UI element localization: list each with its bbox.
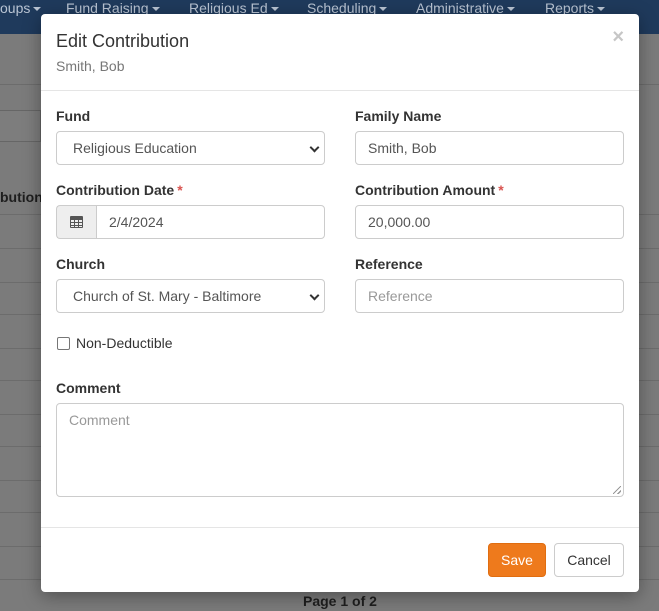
background-column-header: bution [0, 189, 43, 205]
dialog-header: Edit Contribution Smith, Bob × [41, 14, 639, 91]
non-deductible-label[interactable]: Non-Deductible [76, 335, 173, 351]
required-mark: * [177, 182, 183, 198]
comment-label: Comment [56, 380, 121, 396]
contribution-date-label-text: Contribution Date [56, 182, 175, 198]
resize-handle-icon[interactable] [613, 486, 621, 494]
caret-down-icon [597, 7, 606, 12]
required-mark: * [498, 182, 504, 198]
church-selected-value: Church of St. Mary - Baltimore [73, 288, 262, 304]
contribution-amount-label-text: Contribution Amount [355, 182, 496, 198]
close-icon[interactable]: × [612, 27, 624, 47]
contribution-date-label: Contribution Date * [56, 182, 183, 198]
calendar-icon [70, 216, 83, 228]
contribution-date-field[interactable]: 2/4/2024 [96, 205, 325, 239]
caret-down-icon [379, 7, 388, 12]
nav-item-groups[interactable]: oups [0, 0, 42, 17]
reference-placeholder: Reference [368, 288, 433, 304]
reference-label: Reference [355, 256, 423, 272]
edit-contribution-dialog: Edit Contribution Smith, Bob × Fund Reli… [41, 14, 639, 592]
contribution-amount-label: Contribution Amount * [355, 182, 504, 198]
family-name-label: Family Name [355, 108, 442, 124]
dialog-footer-divider [41, 527, 639, 528]
caret-down-icon [151, 7, 160, 12]
nav-item-label: oups [0, 0, 31, 16]
fund-label: Fund [56, 108, 91, 124]
fund-select[interactable]: Religious Education [56, 131, 325, 165]
contribution-amount-value: 20,000.00 [368, 214, 431, 230]
caret-down-icon [270, 7, 279, 12]
comment-textarea[interactable]: Comment [56, 403, 624, 497]
caret-down-icon [33, 7, 42, 12]
non-deductible-checkbox[interactable] [57, 337, 70, 350]
dialog-title: Edit Contribution [56, 31, 190, 51]
church-select[interactable]: Church of St. Mary - Baltimore [56, 279, 325, 313]
chevron-down-icon [309, 142, 320, 153]
caret-down-icon [506, 7, 515, 12]
pager-label: Page 1 of 2 [303, 593, 377, 609]
save-button[interactable]: Save [488, 543, 546, 577]
date-picker-button[interactable] [56, 205, 96, 239]
page: oups Fund Raising Religious Ed Schedulin… [0, 0, 659, 611]
comment-placeholder: Comment [69, 412, 130, 428]
contribution-amount-field[interactable]: 20,000.00 [355, 205, 624, 239]
family-name-field[interactable]: Smith, Bob [355, 131, 624, 165]
family-name-value: Smith, Bob [368, 140, 437, 156]
contribution-date-value: 2/4/2024 [109, 214, 164, 230]
church-label: Church [56, 256, 105, 272]
dialog-subtitle: Smith, Bob [56, 58, 125, 74]
chevron-down-icon [309, 290, 320, 301]
background-panel [0, 110, 41, 142]
fund-selected-value: Religious Education [73, 140, 197, 156]
cancel-button[interactable]: Cancel [554, 543, 624, 577]
reference-field[interactable]: Reference [355, 279, 624, 313]
